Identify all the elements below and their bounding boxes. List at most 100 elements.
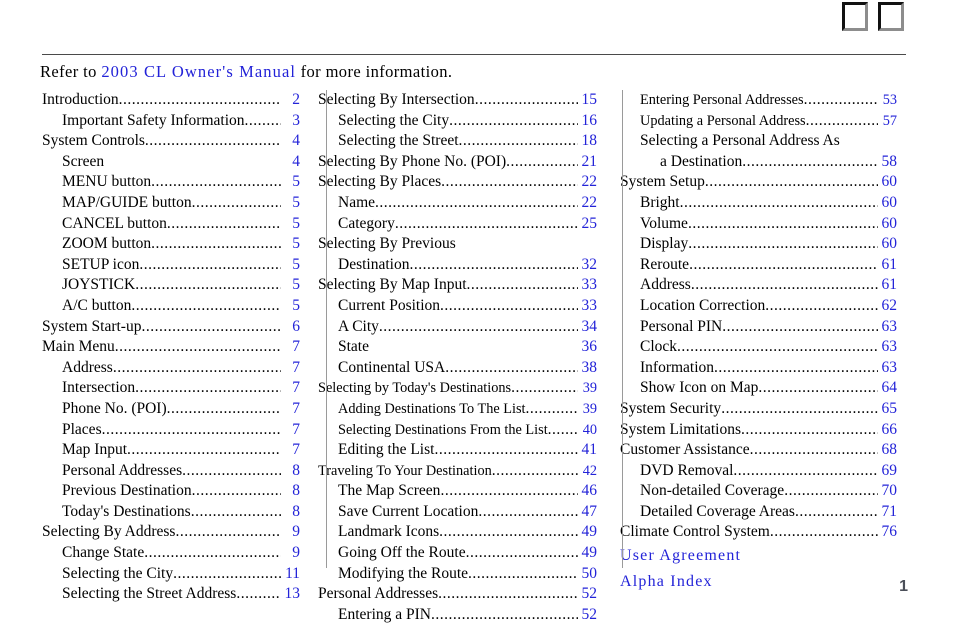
toc-leader-dots (688, 234, 878, 255)
toc-entry[interactable]: System Setup 60 (620, 172, 897, 193)
toc-entry[interactable]: Selecting Destinations From the List 40 (318, 420, 597, 441)
toc-entry-title: Main Menu (42, 338, 115, 356)
toc-entry[interactable]: a Destination 58 (620, 152, 897, 173)
toc-entry[interactable]: Previous Destination 8 (42, 481, 300, 502)
toc-entry[interactable]: Address 7 (42, 358, 300, 379)
toc-entry[interactable]: Going Off the Route 49 (318, 543, 597, 564)
toc-entry[interactable]: MENU button 5 (42, 172, 300, 193)
toc-entry[interactable]: Selecting the Street 18 (318, 131, 597, 152)
toc-entry[interactable]: Introduction 2 (42, 90, 300, 111)
toc-entry[interactable]: System Controls 4 (42, 131, 300, 152)
toc-entry[interactable]: Selecting By Phone No. (POI) 21 (318, 152, 597, 173)
toc-entry-title: Entering a PIN (338, 605, 431, 623)
toc-entry[interactable]: Destination 32 (318, 255, 597, 276)
toc-entry-title: A City (338, 317, 379, 335)
toc-entry[interactable]: State 36 (318, 337, 597, 358)
toc-entry[interactable]: Clock 63 (620, 337, 897, 358)
toc-entry-title: Display (640, 235, 689, 253)
toc-entry[interactable]: Screen 4 (42, 152, 300, 173)
toc-entry[interactable]: System Security 65 (620, 399, 897, 420)
toc-entry[interactable]: Selecting By Address 9 (42, 522, 300, 543)
toc-entry[interactable]: Customer Assistance 68 (620, 440, 897, 461)
bookmark-tabs (842, 2, 904, 31)
toc-entry[interactable]: The Map Screen 46 (318, 481, 597, 502)
toc-entry[interactable]: JOYSTICK 5 (42, 275, 300, 296)
toc-entry[interactable]: Selecting the City 11 (42, 564, 300, 585)
owners-manual-link[interactable]: 2003 CL Owner's Manual (101, 62, 296, 81)
toc-entry[interactable]: CANCEL button 5 (42, 214, 300, 235)
toc-entry-title: Phone No. (POI) (62, 399, 167, 417)
toc-entry[interactable]: Save Current Location 47 (318, 502, 597, 523)
toc-entry[interactable]: Phone No. (POI) 7 (42, 399, 300, 420)
toc-entry[interactable]: Traveling To Your Destination 42 (318, 461, 597, 482)
toc-entry[interactable]: Today's Destinations 8 (42, 502, 300, 523)
toc-entry[interactable]: Editing the List 41 (318, 440, 597, 461)
toc-entry-page: 16 (581, 111, 598, 129)
toc-entry[interactable]: DVD Removal 69 (620, 461, 897, 482)
toc-entry[interactable]: Personal Addresses 8 (42, 461, 300, 482)
toc-entry[interactable]: System Start-up 6 (42, 317, 300, 338)
toc-entry-title: Category (338, 214, 395, 232)
toc-entry[interactable]: A/C button 5 (42, 296, 300, 317)
toc-entry-page: 49 (581, 523, 598, 541)
toc-entry[interactable]: Main Menu 7 (42, 337, 300, 358)
toc-entry[interactable]: Modifying the Route 50 (318, 564, 597, 585)
toc-entry-title: Intersection (62, 379, 136, 397)
toc-entry[interactable]: Non-detailed Coverage 70 (620, 481, 897, 502)
toc-entry[interactable]: Entering a PIN 52 (318, 605, 597, 626)
toc-entry[interactable]: Location Correction 62 (620, 296, 897, 317)
toc-leader-dots (192, 481, 281, 502)
toc-entry[interactable]: ZOOM button 5 (42, 234, 300, 255)
toc-section-link[interactable]: Alpha Index (620, 569, 897, 595)
toc-entry[interactable]: Selecting By Map Input 33 (318, 275, 597, 296)
toc-entry[interactable]: Places 7 (42, 420, 300, 441)
toc-entry[interactable]: A City 34 (318, 317, 597, 338)
toc-entry[interactable]: Reroute 61 (620, 255, 897, 276)
toc-entry[interactable]: Detailed Coverage Areas 71 (620, 502, 897, 523)
toc-section-link[interactable]: User Agreement (620, 543, 897, 569)
toc-entry[interactable]: Address 61 (620, 275, 897, 296)
toc-entry[interactable]: Selecting By Places 22 (318, 172, 597, 193)
toc-leader-dots (113, 358, 281, 379)
bookmark-tab-2-icon[interactable] (878, 2, 904, 31)
toc-entry[interactable]: Climate Control System 76 (620, 522, 897, 543)
toc-leader-dots (526, 399, 579, 420)
toc-entry-title: Name (338, 193, 376, 211)
toc-entry-page: 21 (581, 152, 598, 170)
toc-leader-dots (395, 214, 578, 235)
toc-entry-title: Traveling To Your Destination (318, 462, 492, 479)
toc-entry[interactable]: Selecting a Personal Address As (620, 131, 897, 152)
toc-entry[interactable]: Adding Destinations To The List 39 (318, 399, 597, 420)
toc-entry[interactable]: Intersection 7 (42, 378, 300, 399)
toc-entry[interactable]: Current Position 33 (318, 296, 597, 317)
toc-entry-title: Modifying the Route (338, 564, 469, 582)
toc-entry[interactable]: SETUP icon 5 (42, 255, 300, 276)
toc-entry[interactable]: System Limitations 66 (620, 420, 897, 441)
toc-entry[interactable]: Personal Addresses 52 (318, 584, 597, 605)
toc-entry[interactable]: Change State 9 (42, 543, 300, 564)
toc-entry[interactable]: Display 60 (620, 234, 897, 255)
toc-entry[interactable]: MAP/GUIDE button 5 (42, 193, 300, 214)
toc-entry[interactable]: Selecting the Street Address 13 (42, 584, 300, 605)
bookmark-tab-1-icon[interactable] (842, 2, 868, 31)
toc-entry[interactable]: Selecting the City 16 (318, 111, 597, 132)
toc-entry[interactable]: Volume 60 (620, 214, 897, 235)
toc-entry[interactable]: Continental USA 38 (318, 358, 597, 379)
toc-entry[interactable]: Selecting By Intersection 15 (318, 90, 597, 111)
toc-entry[interactable]: Information 63 (620, 358, 897, 379)
toc-entry-title: Selecting the Street (338, 132, 459, 150)
toc-entry[interactable]: Selecting by Today's Destinations 39 (318, 378, 597, 399)
toc-entry[interactable]: Important Safety Information 3 (42, 111, 300, 132)
toc-entry[interactable]: Category 25 (318, 214, 597, 235)
toc-entry[interactable]: Personal PIN 63 (620, 317, 897, 338)
toc-entry[interactable]: Entering Personal Addresses 53 (620, 90, 897, 111)
toc-entry[interactable]: Selecting By Previous (318, 234, 597, 255)
toc-entry[interactable]: Name 22 (318, 193, 597, 214)
toc-entry[interactable]: Landmark Icons 49 (318, 522, 597, 543)
toc-entry[interactable]: Map Input 7 (42, 440, 300, 461)
toc-leader-dots (379, 317, 578, 338)
toc-entry[interactable]: Bright 60 (620, 193, 897, 214)
toc-leader-dots (438, 584, 578, 605)
toc-entry[interactable]: Updating a Personal Address 57 (620, 111, 897, 132)
toc-entry[interactable]: Show Icon on Map 64 (620, 378, 897, 399)
